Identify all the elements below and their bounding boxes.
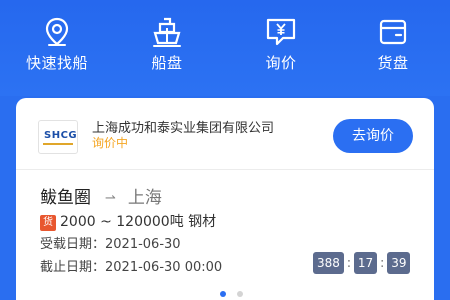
- countdown-hours: 388: [313, 252, 344, 274]
- nav-ship-board[interactable]: 船盘: [122, 16, 212, 76]
- countdown-minutes: 17: [353, 252, 378, 274]
- deadline-row: 截止日期：2021-06-30 00:00: [40, 256, 222, 275]
- go-inquiry-button[interactable]: 去询价: [333, 119, 413, 153]
- nav-quick-find-ship[interactable]: 快速找船: [12, 16, 102, 76]
- deadline-label: 截止日期：: [40, 260, 106, 275]
- countdown-separator: :: [379, 256, 385, 271]
- load-date-row: 受载日期：2021-06-30: [40, 233, 181, 252]
- countdown-separator: :: [346, 256, 352, 271]
- countdown-seconds: 39: [387, 252, 411, 274]
- top-navigation: 快速找船 船盘 询价 货盘: [0, 0, 450, 96]
- wallet-icon: [379, 19, 407, 45]
- countdown-timer: 388:17:39: [313, 252, 411, 274]
- nav-label: 船盘: [151, 54, 183, 72]
- route-origin: 鲅鱼圈: [40, 188, 91, 208]
- nav-inquiry[interactable]: 询价: [236, 16, 326, 76]
- carousel-dot[interactable]: [237, 291, 243, 297]
- nav-label: 询价: [265, 54, 297, 72]
- company-row: SHCG 上海成功和泰实业集团有限公司 询价中 去询价: [16, 98, 434, 170]
- load-date-label: 受载日期：: [40, 237, 106, 252]
- route-destination: 上海: [127, 188, 162, 208]
- nav-label: 货盘: [377, 54, 409, 72]
- carousel-dot-active[interactable]: [220, 291, 226, 297]
- deadline-value: 2021-06-30 00:00: [105, 260, 223, 275]
- inquiry-status: 询价中: [92, 136, 129, 150]
- cargo-card[interactable]: SHCG 上海成功和泰实业集团有限公司 询价中 去询价 鲅鱼圈 ⇀ 上海 货 2000…: [16, 98, 434, 300]
- nav-label: 快速找船: [25, 54, 88, 72]
- yen-message-icon: [266, 18, 296, 46]
- route-arrow-icon: ⇀: [105, 191, 116, 206]
- ship-icon: [153, 17, 181, 47]
- cargo-info: 货 2000 ~ 120000吨 钢材: [40, 211, 217, 231]
- cargo-badge: 货: [40, 215, 56, 231]
- map-pin-icon: [45, 17, 69, 46]
- load-date-value: 2021-06-30: [105, 237, 181, 252]
- route: 鲅鱼圈 ⇀ 上海: [40, 183, 162, 208]
- company-logo: SHCG: [38, 120, 78, 154]
- nav-cargo-board[interactable]: 货盘: [348, 16, 438, 76]
- cargo-text: 2000 ~ 120000吨 钢材: [60, 214, 217, 230]
